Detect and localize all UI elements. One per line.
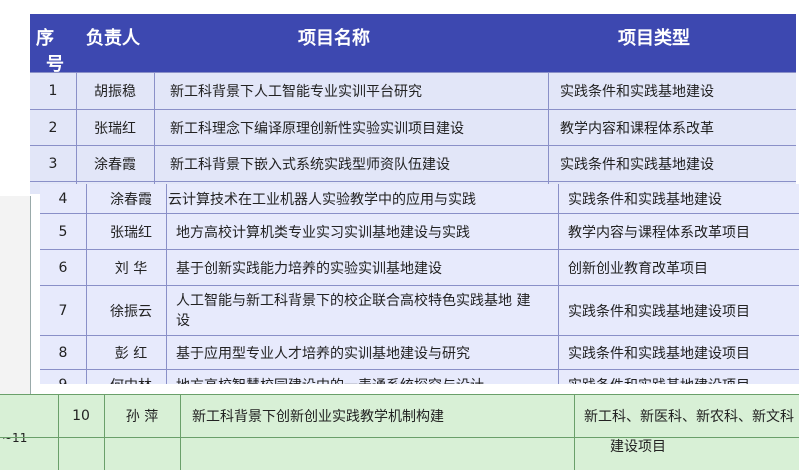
row-type: 实践条件和实践基地建设项目: [568, 303, 750, 320]
header-title: 项目名称: [298, 28, 370, 49]
table-fragment-top: 序 号 负责人 项目名称 项目类型 1 胡振稳 新工科背景下人工智能专业实训平台…: [30, 14, 796, 194]
row-type: 教学内容和课程体系改革: [560, 120, 714, 137]
header-type: 项目类型: [618, 28, 690, 49]
row-title: 云计算技术在工业机器人实验教学中的应用与实践: [168, 191, 476, 208]
row-type: 实践条件和实践基地建设: [560, 84, 714, 100]
header-leader: 负责人: [86, 28, 140, 49]
table-row: 9 何中林 地方高校智慧校园建设中的一表通系统探究与设计 实践条件和实践基地建设…: [40, 370, 799, 385]
row-leader: 刘 华: [114, 260, 148, 277]
row-title: 新工科背景下人工智能专业实训平台研究: [170, 84, 422, 100]
row-leader: 何中林: [86, 370, 176, 385]
row-leader: 涂春霞: [110, 191, 152, 208]
row-title: 基于应用型专业人才培养的实训基地建设与研究: [176, 345, 470, 362]
row-title: 新工科理念下编译原理创新性实验实训项目建设: [170, 120, 464, 137]
table-row: 5 张瑞红 地方高校计算机类专业实习实训基地建设与实践 教学内容与课程体系改革项…: [40, 214, 799, 250]
row-leader: 孙 萍: [125, 409, 159, 425]
row-leader: 张瑞红: [94, 120, 136, 137]
table-row: 10 孙 萍 新工科背景下创新创业实践教学机制构建 新工科、新医科、新农科、新文…: [0, 394, 799, 438]
row-index: 5: [58, 223, 68, 240]
row-leader: 张瑞红: [110, 224, 152, 241]
row-type: 实践条件和实践基地建设: [568, 191, 722, 208]
row-type: 新工科、新医科、新农科、新文科: [584, 409, 794, 425]
row-title: 基于创新实践能力培养的实验实训基地建设: [176, 260, 442, 277]
left-edge-fragment: [0, 196, 31, 426]
row-index: 3: [48, 155, 58, 172]
table-row: 7 徐振云 人工智能与新工科背景下的校企联合高校特色实践基地 建设 实践条件和实…: [40, 286, 799, 336]
row-index: 6: [58, 259, 68, 276]
row-leader: 胡振稳: [94, 84, 136, 100]
row-type: 实践条件和实践基地建设项目: [568, 370, 799, 385]
row-type: 实践条件和实践基地建设: [560, 156, 714, 173]
table-fragment-bottom: ~11 10 孙 萍 新工科背景下创新创业实践教学机制构建 新工科、新医科、新农…: [0, 394, 799, 470]
table-fragment-middle: 4 涂春霞 云计算技术在工业机器人实验教学中的应用与实践 实践条件和实践基地建设…: [40, 184, 799, 384]
table-row: 6 刘 华 基于创新实践能力培养的实验实训基地建设 创新创业教育改革项目: [40, 250, 799, 286]
row-type: 教学内容与课程体系改革项目: [568, 224, 750, 241]
table-row: 4 涂春霞 云计算技术在工业机器人实验教学中的应用与实践 实践条件和实践基地建设: [40, 184, 799, 214]
row-index: 9: [40, 370, 86, 385]
row-title: 新工科背景下嵌入式系统实践型师资队伍建设: [170, 156, 450, 173]
row-index: 10: [72, 408, 90, 424]
row-type-continuation: 建设项目: [610, 439, 666, 455]
table-header: 序 号 负责人 项目名称 项目类型: [30, 14, 796, 75]
row-index: 1: [48, 83, 58, 99]
table-row: 3 涂春霞 新工科背景下嵌入式系统实践型师资队伍建设 实践条件和实践基地建设: [30, 146, 796, 182]
row-title: 地方高校计算机类专业实习实训基地建设与实践: [176, 224, 470, 241]
row-title: 地方高校智慧校园建设中的一表通系统探究与设计: [176, 370, 556, 385]
row-title: 人工智能与新工科背景下的校企联合高校特色实践基地 建设: [176, 292, 531, 329]
row-leader: 涂春霞: [94, 156, 136, 173]
row-index: 7: [58, 302, 68, 319]
table-row: 2 张瑞红 新工科理念下编译原理创新性实验实训项目建设 教学内容和课程体系改革: [30, 110, 796, 146]
row-title: 新工科背景下创新创业实践教学机制构建: [192, 409, 444, 425]
table-row: 8 彭 红 基于应用型专业人才培养的实训基地建设与研究 实践条件和实践基地建设项…: [40, 336, 799, 370]
row-index: 2: [48, 119, 58, 136]
row-leader: 彭 红: [114, 345, 148, 362]
row-type: 创新创业教育改革项目: [568, 260, 708, 277]
header-index-line1: 序: [36, 28, 54, 49]
table-row: 1 胡振稳 新工科背景下人工智能专业实训平台研究 实践条件和实践基地建设: [30, 72, 796, 110]
row-index: 4: [58, 190, 68, 207]
row-leader: 徐振云: [110, 303, 152, 320]
row-index: 8: [58, 344, 68, 361]
row-type: 实践条件和实践基地建设项目: [568, 345, 750, 362]
